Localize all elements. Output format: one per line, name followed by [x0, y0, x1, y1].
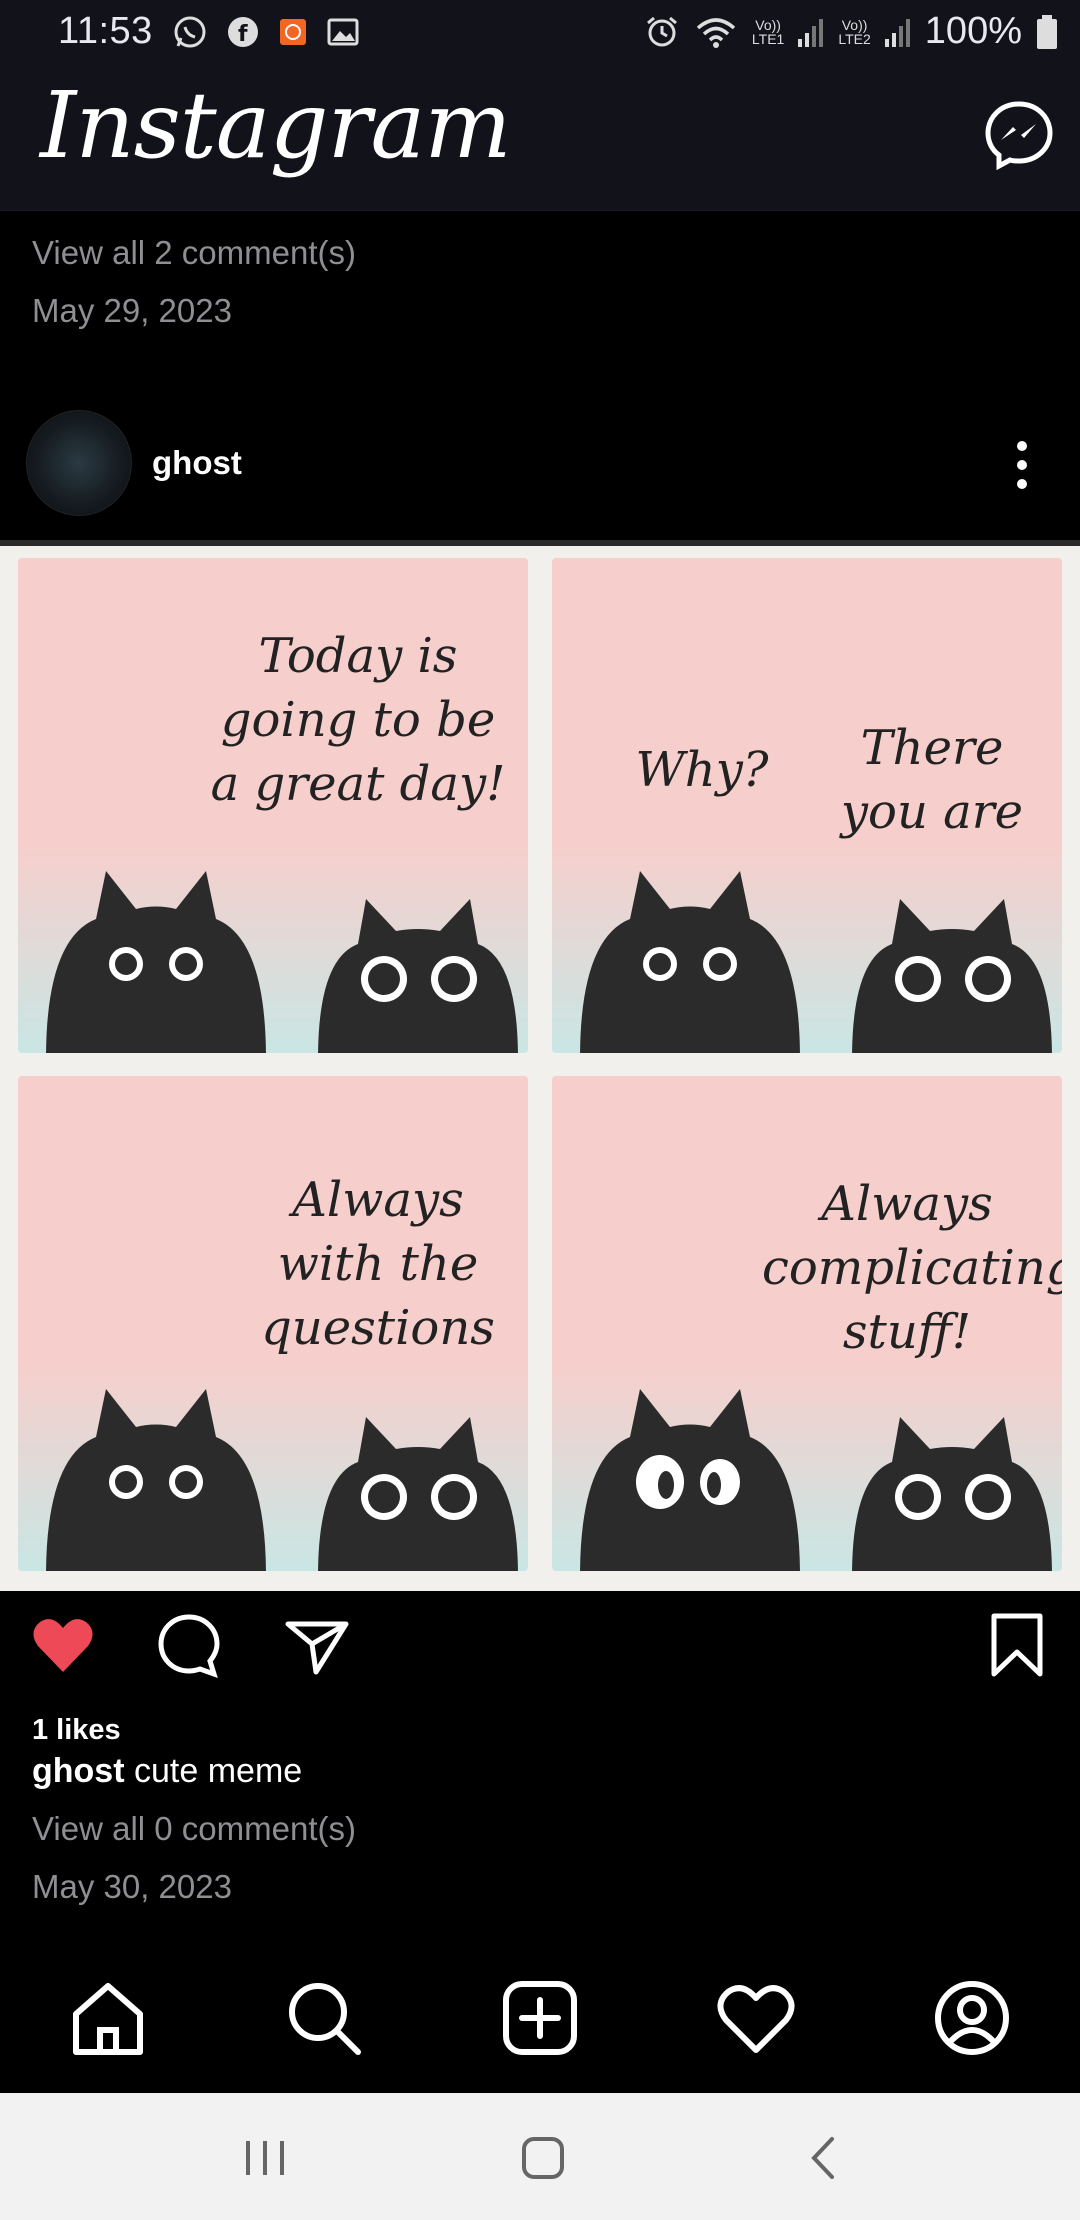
post-image[interactable]: Today is going to be a great day! Why? T…: [0, 540, 1080, 1591]
alarm-icon: [646, 16, 677, 46]
app-notification-icon: [280, 19, 306, 45]
comment-icon[interactable]: [156, 1612, 222, 1678]
sim2-label: Vo)) LTE2: [838, 16, 871, 47]
sim1-label: Vo)) LTE1: [751, 16, 785, 47]
system-nav-bar: [0, 2093, 1080, 2220]
post-date: May 30, 2023: [32, 1868, 232, 1905]
view-comments-link[interactable]: View all 2 comment(s): [32, 234, 356, 272]
panel-text: Always with the questions: [261, 1172, 495, 1356]
status-bar: 11:53 f Vo)) LTE1 Vo)) LTE2 100%: [0, 0, 1080, 62]
more-options-icon[interactable]: [1012, 440, 1032, 490]
post-username[interactable]: ghost: [152, 444, 242, 482]
battery-icon: [1037, 14, 1057, 49]
share-icon[interactable]: [284, 1612, 350, 1678]
instagram-logo: Instagram: [40, 72, 512, 179]
app-header: Instagram: [0, 62, 1080, 211]
facebook-icon: f: [228, 17, 258, 47]
cat-illustration: [318, 1417, 518, 1571]
comic-panel: Today is going to be a great day!: [18, 558, 528, 1053]
avatar[interactable]: [26, 410, 132, 516]
post-header: ghost: [0, 400, 1080, 520]
signal-icon: [884, 18, 910, 47]
profile-icon[interactable]: [932, 1978, 1012, 2058]
signal-icon: [798, 18, 824, 47]
recent-apps-icon[interactable]: [240, 2133, 290, 2183]
home-icon[interactable]: [68, 1978, 148, 2058]
panel-text: Why?: [635, 742, 769, 798]
comic-panel: Always complicating stuff!: [552, 1076, 1062, 1571]
cat-illustration: [46, 871, 266, 1053]
cat-illustration: [580, 1389, 800, 1571]
post-date: May 29, 2023: [32, 292, 232, 329]
panel-text: Today is going to be a great day!: [210, 628, 506, 812]
activity-heart-icon[interactable]: [716, 1978, 796, 2058]
comic-panel: Always with the questions: [18, 1076, 528, 1571]
caption-username[interactable]: ghost: [32, 1752, 125, 1790]
bottom-tab-bar: [0, 1948, 1080, 2093]
view-comments-link[interactable]: View all 0 comment(s): [32, 1810, 356, 1848]
cat-illustration: [852, 1417, 1052, 1571]
status-time: 11:53: [58, 10, 153, 52]
like-heart-icon[interactable]: [30, 1612, 96, 1678]
cat-illustration: [852, 899, 1052, 1053]
home-button-icon[interactable]: [518, 2133, 568, 2183]
comic-panel: Why? There you are: [552, 558, 1062, 1053]
battery-percent: 100%: [924, 10, 1022, 52]
likes-count[interactable]: 1 likes: [32, 1714, 121, 1747]
back-icon[interactable]: [800, 2133, 850, 2183]
post-actions: [0, 1600, 1080, 1695]
messenger-icon[interactable]: [984, 100, 1054, 170]
cat-illustration: [318, 899, 518, 1053]
gallery-icon: [327, 18, 359, 46]
caption-text: cute meme: [134, 1752, 303, 1790]
search-icon[interactable]: [284, 1978, 364, 2058]
cat-illustration: [580, 871, 800, 1053]
panel-text: Always complicating stuff!: [762, 1176, 1062, 1360]
bookmark-icon[interactable]: [984, 1612, 1050, 1678]
panel-text: There you are: [840, 720, 1024, 840]
add-post-icon[interactable]: [500, 1978, 580, 2058]
wifi-icon: [696, 17, 736, 48]
whatsapp-icon: [174, 16, 206, 48]
post-caption: ghost cute meme: [32, 1752, 302, 1791]
cat-illustration: [46, 1389, 266, 1571]
svg-text:f: f: [238, 22, 248, 47]
